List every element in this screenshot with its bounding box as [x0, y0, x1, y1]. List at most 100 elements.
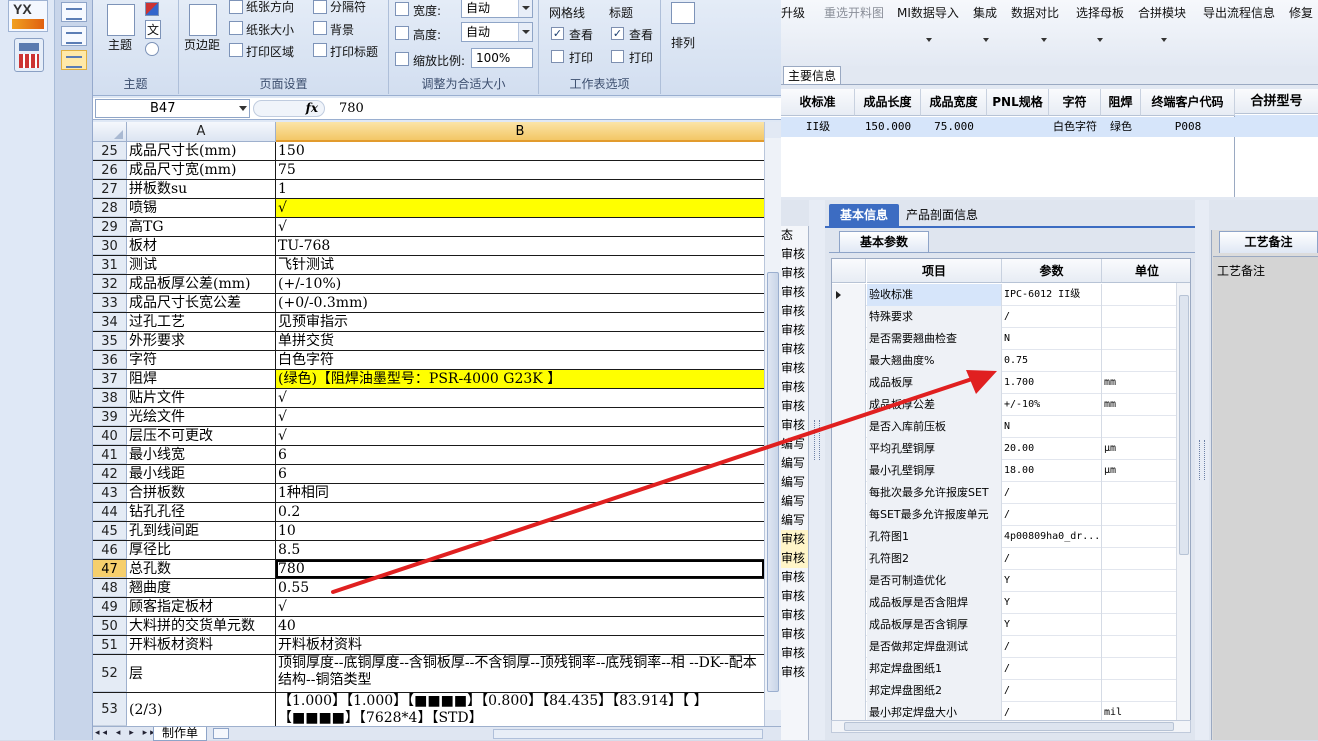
param-row[interactable]: 成品板厚是否含铜厚 Y — [832, 614, 1190, 636]
table-row[interactable]: 25 成品尺寸长(mm) 150 — [93, 142, 764, 161]
row-number[interactable]: 40 — [93, 427, 127, 445]
gridlines-print-checkbox[interactable] — [551, 50, 564, 63]
process-notes-box[interactable] — [1213, 256, 1318, 740]
tab-process-notes[interactable]: 工艺备注 — [1219, 231, 1318, 253]
main-grid-header[interactable]: 成品长度 — [855, 89, 921, 116]
splitter-left[interactable] — [809, 200, 825, 740]
cell-b[interactable]: 1种相同 — [276, 484, 764, 502]
theme-effects-icon[interactable] — [145, 42, 159, 56]
status-cell[interactable]: 审核 — [781, 663, 808, 682]
status-cell[interactable]: 审核 — [781, 245, 808, 264]
menu-item[interactable]: 集成 — [973, 4, 997, 21]
row-number[interactable]: 53 — [93, 693, 127, 726]
cell-b[interactable]: (+/-10%) — [276, 275, 764, 293]
table-row[interactable]: 26 成品尺寸宽(mm) 75 — [93, 161, 764, 180]
cell-a[interactable]: 开料板材资料 — [127, 636, 276, 654]
background-button[interactable]: 背景 — [330, 21, 354, 38]
cell-b[interactable]: 0.55 — [276, 579, 764, 597]
table-row[interactable]: 41 最小线宽 6 — [93, 446, 764, 465]
table-row[interactable]: 30 板材 TU-768 — [93, 237, 764, 256]
table-row[interactable]: 52 层顶铜厚度--底铜厚度--含铜板厚--不含铜厚--顶残铜率--底残铜率--相… — [93, 655, 764, 693]
cell-a[interactable]: 高TG — [127, 218, 276, 236]
menu-item[interactable]: 数据对比 — [1011, 4, 1059, 21]
status-cell[interactable]: 编写 — [781, 435, 808, 454]
row-number[interactable]: 38 — [93, 389, 127, 407]
chevron-down-icon[interactable] — [1041, 38, 1047, 45]
param-row[interactable]: 每SET最多允许报废单元 / — [832, 504, 1190, 526]
cell-b[interactable]: 780 — [276, 560, 764, 578]
main-grid-cell[interactable]: 绿色 — [1101, 117, 1141, 137]
status-cell[interactable]: 审核 — [781, 359, 808, 378]
param-value[interactable]: +/-10% — [1002, 394, 1102, 416]
row-number[interactable]: 51 — [93, 636, 127, 654]
gridlines-view-checkbox[interactable]: ✓ — [551, 27, 564, 40]
cell-b[interactable]: √ — [276, 408, 764, 426]
table-row[interactable]: 33 成品尺寸长宽公差 (+0/-0.3mm) — [93, 294, 764, 313]
chevron-down-icon[interactable] — [983, 38, 989, 45]
scroll-up-arrow[interactable] — [765, 122, 781, 138]
cell-b[interactable]: 见预审指示 — [276, 313, 764, 331]
chevron-down-icon[interactable] — [1097, 38, 1103, 45]
main-grid-header[interactable]: 字符 — [1049, 89, 1101, 116]
cell-a[interactable]: 过孔工艺 — [127, 313, 276, 331]
table-row[interactable]: 32 成品板厚公差(mm) (+/-10%) — [93, 275, 764, 294]
row-number[interactable]: 31 — [93, 256, 127, 274]
param-value[interactable]: / — [1002, 306, 1102, 328]
param-value[interactable]: IPC-6012 II级 — [1002, 284, 1102, 306]
param-row[interactable]: 平均孔壁铜厚 20.00 μm — [832, 438, 1190, 460]
table-row[interactable]: 49 顾客指定板材 √ — [93, 598, 764, 617]
cell-b[interactable]: 6 — [276, 446, 764, 464]
row-number[interactable]: 25 — [93, 142, 127, 160]
param-value[interactable]: Y — [1002, 614, 1102, 636]
table-row[interactable]: 29 高TG √ — [93, 218, 764, 237]
calculator-icon[interactable] — [14, 38, 44, 72]
cell-a[interactable]: 最小线距 — [127, 465, 276, 483]
cell-b[interactable]: 顶铜厚度--底铜厚度--含铜板厚--不含铜厚--顶残铜率--底残铜率--相 --… — [276, 655, 764, 692]
cell-a[interactable]: 成品尺寸宽(mm) — [127, 161, 276, 179]
status-cell[interactable]: 审核 — [781, 606, 808, 625]
main-grid-cell[interactable] — [987, 117, 1049, 137]
table-row[interactable]: 53 (2/3) 【1.000】【1.000】【■■■■】【0.800】【84.43… — [93, 693, 764, 726]
table-row[interactable]: 46 厚径比 8.5 — [93, 541, 764, 560]
row-number[interactable]: 41 — [93, 446, 127, 464]
status-cell[interactable]: 审核 — [781, 416, 808, 435]
params-vertical-scrollbar[interactable] — [1176, 283, 1190, 725]
row-number[interactable]: 30 — [93, 237, 127, 255]
param-row[interactable]: 成品板厚 1.700 mm — [832, 372, 1190, 394]
cell-a[interactable]: 测试 — [127, 256, 276, 274]
cell-b[interactable]: 0.2 — [276, 503, 764, 521]
cell-a[interactable]: 成品板厚公差(mm) — [127, 275, 276, 293]
param-value[interactable]: / — [1002, 636, 1102, 658]
tab-product-profile[interactable]: 产品剖面信息 — [906, 206, 978, 223]
cell-b[interactable]: 1 — [276, 180, 764, 198]
status-cell[interactable]: 审核 — [781, 568, 808, 587]
menu-item[interactable]: 选择母板 — [1076, 4, 1124, 21]
cell-b[interactable]: 8.5 — [276, 541, 764, 559]
headings-view-checkbox[interactable]: ✓ — [611, 27, 624, 40]
cell-a[interactable]: 大料拼的交货单元数 — [127, 617, 276, 635]
scale-input[interactable]: 100% — [471, 48, 533, 68]
param-row[interactable]: 是否做邦定焊盘测试 / — [832, 636, 1190, 658]
row-number[interactable]: 43 — [93, 484, 127, 502]
theme-icon[interactable] — [107, 4, 135, 36]
param-row[interactable]: 邦定焊盘图纸1/ — [832, 658, 1190, 680]
param-value[interactable]: 18.00 — [1002, 460, 1102, 482]
print-titles-button[interactable]: 打印标题 — [330, 43, 378, 60]
table-row[interactable]: 45 孔到线间距 10 — [93, 522, 764, 541]
table-row[interactable]: 34 过孔工艺 见预审指示 — [93, 313, 764, 332]
table-row[interactable]: 37 阻焊 (绿色)【阻焊油墨型号：PSR-4000 G23K 】 — [93, 370, 764, 389]
cell-a[interactable]: 成品尺寸长宽公差 — [127, 294, 276, 312]
cell-b[interactable]: 单拼交货 — [276, 332, 764, 350]
param-row[interactable]: 成品板厚公差 +/-10% mm — [832, 394, 1190, 416]
params-grid[interactable]: 项目 参数 单位 验收标准 IPC-6012 II级 特殊要求 / 是否需要翘曲检查 N 最… — [831, 258, 1191, 728]
row-number[interactable]: 45 — [93, 522, 127, 540]
params-horizontal-scrollbar[interactable] — [831, 720, 1191, 733]
table-row[interactable]: 40 层压不可更改 √ — [93, 427, 764, 446]
param-row[interactable]: 孔符图1 4p00809ha0_dr... — [832, 526, 1190, 548]
margins-icon[interactable] — [189, 4, 217, 36]
table-row[interactable]: 48 翘曲度 0.55 — [93, 579, 764, 598]
cell-a[interactable]: 最小线宽 — [127, 446, 276, 464]
document-button-3[interactable] — [61, 50, 87, 70]
param-row[interactable]: 邦定焊盘图纸2/ — [832, 680, 1190, 702]
params-header-unit[interactable]: 单位 — [1102, 259, 1190, 283]
